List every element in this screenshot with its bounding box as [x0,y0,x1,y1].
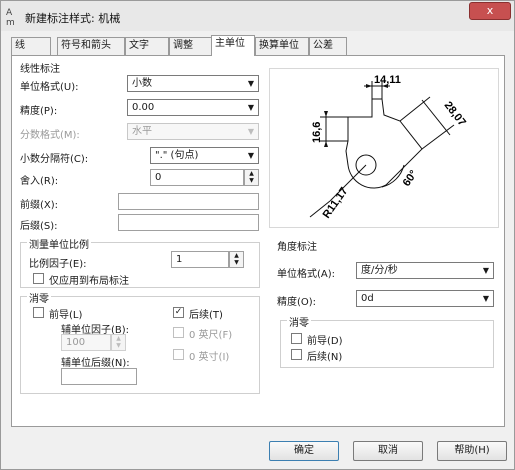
measurement-scale-title: 测量单位比例 [27,236,91,251]
sub-unit-factor-input[interactable]: 100 [61,334,111,351]
unit-format-label: 单位格式(U): [20,82,79,93]
preview-dim-left: 16,6 [311,122,323,143]
fraction-format-label: 分数格式(M): [20,130,80,141]
spin-up-icon[interactable]: ▲ [230,252,243,259]
angular-precision-value: 0d [361,293,374,304]
sub-unit-suffix-label: 辅单位后缀(N): [61,358,130,369]
tab-fit[interactable]: 调整 [169,37,213,55]
spin-down-icon[interactable]: ▼ [230,259,243,266]
decimal-separator-dropdown[interactable]: "." (句点) ▼ [150,147,259,164]
layout-only-checkbox[interactable] [33,273,44,284]
linear-dimensions-heading: 线性标注 [20,64,60,75]
scale-factor-label: 比例因子(E): [29,259,87,270]
chevron-down-icon: ▼ [482,294,489,303]
spin-up-icon[interactable]: ▲ [112,335,125,342]
spin-down-icon[interactable]: ▼ [245,177,258,184]
angular-precision-dropdown[interactable]: 0d ▼ [356,290,494,307]
ok-button[interactable]: 确定 [269,441,339,461]
trailing-zero-label: 后续(T) [189,310,223,321]
zero-inches-label: 0 英寸(I) [189,352,230,363]
close-button[interactable]: x [469,2,511,20]
sub-unit-factor-spinner[interactable]: ▲ ▼ [111,334,126,351]
window-title: 新建标注样式: 机械 [25,12,121,25]
preview-dim-radius: R11,17 [321,185,351,220]
suffix-label: 后缀(S): [20,221,58,232]
tab-text[interactable]: 文字 [125,37,169,55]
decimal-separator-value: "." (句点) [155,150,199,161]
zero-inches-checkbox[interactable] [173,349,184,360]
angular-dimensions-heading: 角度标注 [277,242,317,253]
angular-unit-format-label: 单位格式(A): [277,269,336,280]
angular-unit-format-value: 度/分/秒 [361,265,398,276]
tab-lines[interactable]: 线 [11,37,51,55]
spin-down-icon[interactable]: ▼ [112,342,125,349]
angular-precision-label: 精度(O): [277,297,317,308]
primary-units-panel: 线性标注 单位格式(U): 小数 ▼ 精度(P): 0.00 ▼ 分数格式(M)… [11,55,505,427]
zero-suppression-angular-group: 消零 前导(D) 后续(N) [280,314,494,368]
dimension-style-dialog: A m 新建标注样式: 机械 x 线 符号和箭头 文字 调整 主单位 换算单位 … [0,0,515,470]
cancel-button[interactable]: 取消 [353,441,423,461]
dimension-preview: 14,11 16,6 28,07 60° R11,17 [269,68,499,228]
angular-unit-format-dropdown[interactable]: 度/分/秒 ▼ [356,262,494,279]
zero-suppression-title: 消零 [27,290,51,305]
fraction-format-value: 水平 [132,126,152,137]
prefix-input[interactable] [118,193,259,210]
zero-feet-checkbox[interactable] [173,327,184,338]
round-off-label: 舍入(R): [20,176,59,187]
measurement-scale-group: 测量单位比例 比例因子(E): 1 ▲ ▼ 仅应用到布局标注 [20,236,260,288]
unit-format-dropdown[interactable]: 小数 ▼ [127,75,259,92]
spin-up-icon[interactable]: ▲ [245,170,258,177]
round-off-input[interactable]: 0 [150,169,244,186]
tab-primary-units[interactable]: 主单位 [211,35,255,56]
angular-leading-checkbox[interactable] [291,333,302,344]
fraction-format-dropdown[interactable]: 水平 ▼ [127,123,259,140]
precision-label: 精度(P): [20,106,58,117]
decimal-separator-label: 小数分隔符(C): [20,154,89,165]
layout-only-label: 仅应用到布局标注 [49,276,129,287]
scale-factor-spinner[interactable]: ▲ ▼ [229,251,244,268]
help-button[interactable]: 帮助(H) [437,441,507,461]
scale-factor-input[interactable]: 1 [171,251,229,268]
zero-feet-label: 0 英尺(F) [189,330,233,341]
prefix-label: 前缀(X): [20,200,59,211]
tab-tolerances[interactable]: 公差 [309,37,347,55]
arrowheads [324,84,388,147]
unit-format-value: 小数 [132,78,152,89]
zero-suppression-linear-group: 消零 前导(L) ✓ 后续(T) 辅单位因子(B): 100 ▲ ▼ 0 英尺(… [20,290,260,394]
title-bar: A m 新建标注样式: 机械 x [1,1,514,31]
round-off-spinner[interactable]: ▲ ▼ [244,169,259,186]
chevron-down-icon: ▼ [482,266,489,275]
leading-zero-label: 前导(L) [49,310,83,321]
angular-leading-label: 前导(D) [307,336,343,347]
check-icon: ✓ [174,307,183,317]
preview-dim-right: 28,07 [442,99,468,128]
chevron-down-icon: ▼ [247,151,254,160]
chevron-down-icon: ▼ [247,127,254,136]
trailing-zero-checkbox[interactable]: ✓ [173,307,184,318]
preview-dim-angle: 60° [401,168,420,189]
precision-dropdown[interactable]: 0.00 ▼ [127,99,259,116]
leading-zero-checkbox[interactable] [33,307,44,318]
preview-drawing: 14,11 16,6 28,07 60° R11,17 [309,74,468,221]
sub-unit-suffix-input[interactable] [61,368,137,385]
tab-symbols-arrows[interactable]: 符号和箭头 [57,37,125,55]
chevron-down-icon: ▼ [247,79,254,88]
angular-trailing-label: 后续(N) [307,352,343,363]
autocad-app-icon: A m [6,8,15,28]
precision-value: 0.00 [132,102,155,113]
close-icon: x [486,4,494,17]
chevron-down-icon: ▼ [247,103,254,112]
suffix-input[interactable] [118,214,259,231]
tab-alternate-units[interactable]: 换算单位 [255,37,309,55]
angular-trailing-checkbox[interactable] [291,349,302,360]
preview-dim-top: 14,11 [374,74,401,86]
angular-zero-suppression-title: 消零 [287,314,311,329]
